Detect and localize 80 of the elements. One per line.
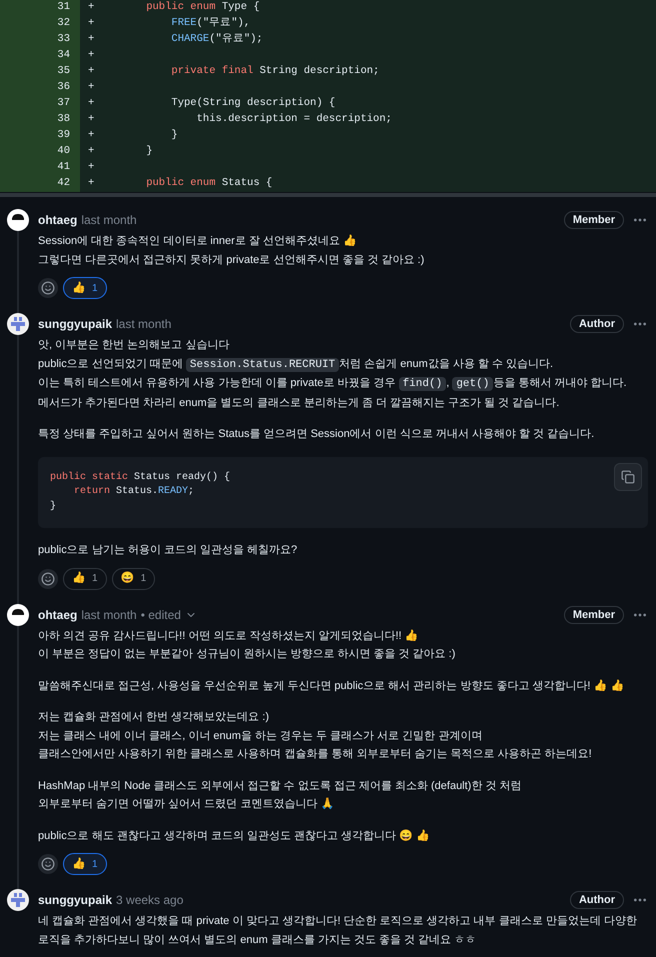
role-badge: Member — [564, 606, 624, 624]
comment-time[interactable]: 3 weeks ago — [116, 891, 184, 909]
author-name[interactable]: ohtaeg — [38, 606, 78, 624]
reaction-button[interactable]: 👍 1 — [63, 568, 107, 590]
diff-sign: + — [87, 48, 96, 64]
line-number: 36 — [0, 80, 80, 96]
code-line: public static Status ready() { — [50, 470, 230, 484]
code-line: private final String description; — [170, 64, 380, 80]
line-number: 41 — [0, 160, 80, 176]
comment-text: 저는 캡슐화 관점에서 한번 생각해보았는데요 :) — [38, 710, 270, 725]
add-reaction-button[interactable] — [38, 854, 58, 874]
comment-text: public으로 남기는 허용이 코드의 일관성을 헤칠까요? — [38, 543, 298, 558]
comment-time[interactable]: last month — [81, 606, 137, 624]
author-name[interactable]: sunggyupaik — [38, 315, 112, 333]
code-line: CHARGE("유료"); — [170, 32, 263, 48]
add-reaction-button[interactable] — [38, 278, 58, 298]
code-line: return Status.READY; — [73, 485, 194, 499]
line-number: 34 — [0, 48, 80, 64]
comment-time[interactable]: last month — [116, 315, 172, 333]
diff-sign: + — [87, 32, 96, 48]
diff-sign: + — [87, 128, 96, 144]
code-line: } — [145, 144, 153, 160]
comment-text: 외부로부터 숨기면 어떨까 싶어서 드렸던 코멘트였습니다 🙏 — [38, 796, 336, 812]
comment-text: 네 캡슐화 관점에서 생각했을 때 private 이 맞다고 생각합니다! 단순한 로직으로 생각하고 내부 클래스로 만들었는데 다양한 로직을 추가하다보니 많이 쓰여서 별도의 enum 클래스를 가지는 것도 좋을 것 같네요 ㅎㅎ — [38, 914, 638, 948]
comment-text: 앗, 이부분은 한번 논의해보고 싶습니다 — [38, 338, 230, 353]
diff-sign: + — [87, 176, 96, 192]
comment-text: HashMap 내부의 Node 클래스도 외부에서 접근할 수 없도록 접근 제어를 최소화 (default)한 것 처럼 — [38, 778, 522, 794]
comment-text: 이 부분은 정답이 없는 부분같아 성규님이 원하시는 방향으로 하시면 좋을 것 같아요 :) — [38, 647, 456, 662]
code-line: public enum Status { — [145, 176, 272, 192]
line-number: 39 — [0, 128, 80, 144]
line-number: 33 — [0, 32, 80, 48]
comment-text: 말씀해주신대로 접근성, 사용성을 우선순위로 높게 두신다면 public으로 해서 관리하는 방향도 좋다고 생각합니다! 👍 👍 — [38, 678, 626, 694]
comment-text: Session에 대한 종속적인 데이터로 inner로 잘 선언해주셨네요 👍 — [38, 234, 358, 249]
reaction-button[interactable]: 👍 1 — [63, 277, 107, 299]
line-number: 37 — [0, 96, 80, 112]
comment-text: 저는 클래스 내에 이너 클래스, 이너 enum을 하는 경우는 두 클래스가 서로 긴밀한 관계이며 — [38, 728, 484, 744]
line-number: 32 — [0, 16, 80, 32]
author-name[interactable]: sunggyupaik — [38, 891, 112, 909]
line-number: 38 — [0, 112, 80, 128]
line-number: 35 — [0, 64, 80, 80]
role-badge: Member — [564, 211, 624, 229]
line-number: 40 — [0, 144, 80, 160]
avatar-icon[interactable] — [7, 604, 29, 626]
code-line: } — [170, 128, 178, 144]
diff-sign: + — [87, 144, 96, 160]
comment-text: 이는 특히 테스트에서 유용하게 사용 가능한데 이를 private로 바꿨을 경우 find() , get() 등을 통해서 꺼내야 합니다. — [38, 376, 628, 393]
line-number: 31 — [0, 0, 80, 16]
diff-sign: + — [87, 80, 96, 96]
code-line: } — [50, 500, 56, 514]
comment-text: public으로 선언되었기 때문에 Session.Status.RECRUIT 처럼 손쉽게 enum값을 사용 할 수 있습니다. — [38, 356, 554, 374]
role-badge: Author — [570, 891, 624, 909]
line-number: 42 — [0, 176, 80, 192]
comment-text: 아하 의견 공유 감사드립니다!! 어떤 의도로 작성하셨는지 알게되었습니다!! 👍 — [38, 628, 420, 644]
diff-sign: + — [87, 112, 96, 128]
diff-sign: + — [87, 160, 96, 176]
code-line: FREE("무료"), — [170, 16, 250, 32]
diff-sign: + — [87, 96, 96, 112]
diff-sign: + — [87, 64, 96, 80]
add-reaction-button[interactable] — [38, 568, 58, 588]
comment-text: 특정 상태를 주입하고 싶어서 원하는 Status를 얻으려면 Session에서 이런 식으로 꺼내서 사용해야 할 것 같습니다. — [38, 427, 596, 442]
avatar-icon[interactable] — [7, 889, 29, 911]
role-badge: Author — [570, 315, 624, 333]
comment-text: 클래스안에서만 사용하기 위한 클래스로 사용하며 캡슐화를 통해 외부로부터 숨기는 목적으로 사용하곤 하는데요! — [38, 747, 593, 762]
code-line: Type(String description) { — [170, 96, 336, 112]
copy-button[interactable] — [614, 462, 642, 490]
comment-time[interactable]: last month — [81, 211, 137, 229]
code-line: public enum Type { — [145, 0, 260, 16]
comment-text: 그렇다면 다른곳에서 접근하지 못하게 private로 선언해주시면 좋을 것 같아요 :) — [38, 252, 426, 268]
code-line: this.description = description; — [196, 112, 392, 128]
reaction-button[interactable]: 😄 1 — [112, 568, 156, 590]
author-name[interactable]: ohtaeg — [38, 211, 78, 229]
copy-icon — [621, 470, 635, 484]
diff-sign: + — [87, 16, 96, 32]
avatar-icon[interactable] — [7, 209, 29, 231]
comment-text: 메서드가 추가된다면 차라리 enum을 별도의 클래스로 분리하는게 좀 더 깔끔해지는 구조가 될 것 같습니다. — [38, 396, 560, 410]
avatar-icon[interactable] — [7, 313, 29, 335]
diff-sign: + — [87, 0, 96, 16]
comment-text: public으로 해도 괜찮다고 생각하며 코드의 일관성도 괜찮다고 생각합니다 😄 👍 — [38, 828, 432, 844]
edited-label[interactable]: • edited — [140, 606, 181, 624]
reaction-button[interactable]: 👍 1 — [63, 853, 107, 875]
